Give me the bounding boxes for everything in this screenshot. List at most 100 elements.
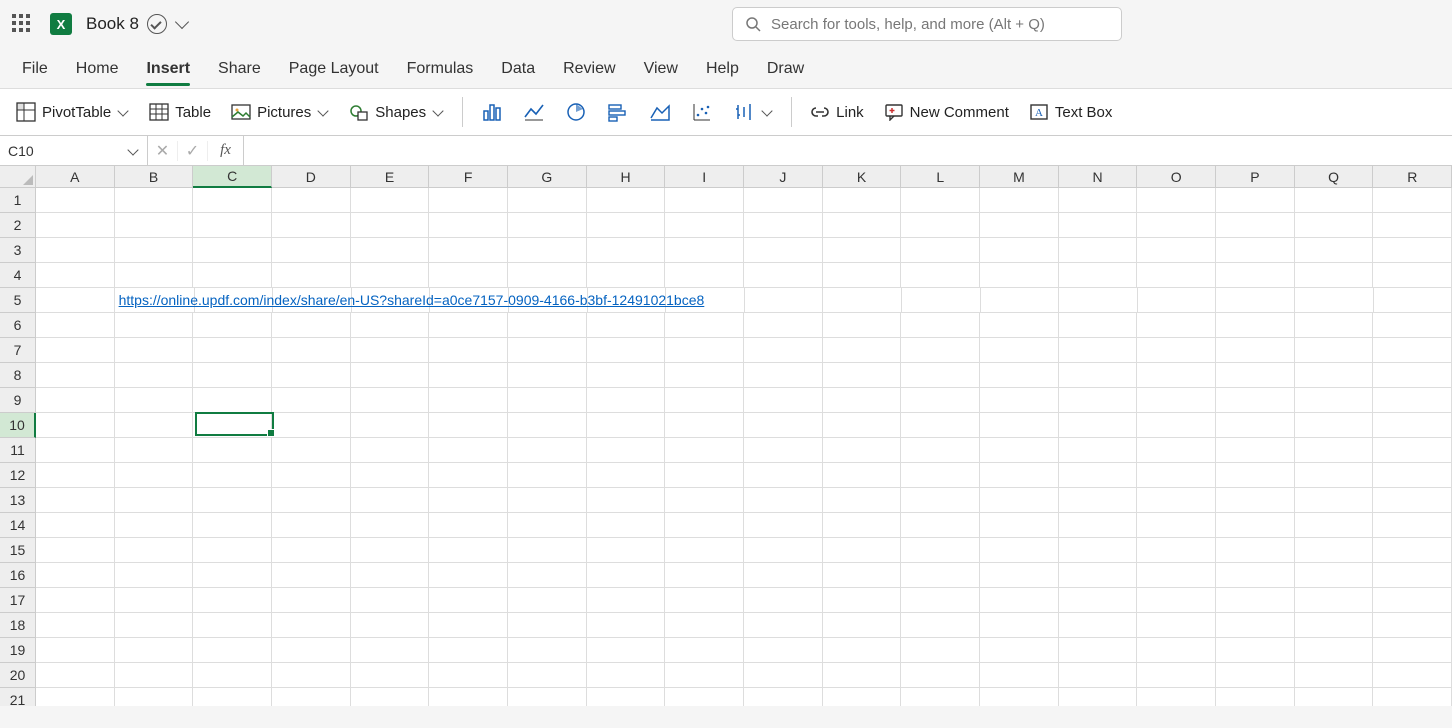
name-box[interactable]: C10 [0,136,148,165]
cell[interactable] [587,313,666,338]
cell[interactable] [665,338,744,363]
cell[interactable] [1137,388,1216,413]
cell[interactable] [272,313,351,338]
cell[interactable] [429,263,508,288]
cell[interactable] [665,638,744,663]
cell[interactable] [351,438,430,463]
cell[interactable] [1216,538,1295,563]
cell[interactable] [1059,538,1138,563]
table-button[interactable]: Table [143,98,217,126]
cell[interactable] [36,638,115,663]
cell[interactable] [823,238,902,263]
cell[interactable] [587,588,666,613]
cell[interactable] [587,213,666,238]
cell[interactable] [744,263,823,288]
cell[interactable] [1137,438,1216,463]
cell[interactable] [508,488,587,513]
row-header[interactable]: 8 [0,363,36,388]
cell[interactable] [980,438,1059,463]
cell[interactable]: https://online.updf.com/index/share/en-U… [115,288,195,313]
cell[interactable] [272,438,351,463]
cell[interactable] [1059,513,1138,538]
cell[interactable] [193,363,272,388]
cell[interactable] [901,363,980,388]
column-header[interactable]: I [665,166,744,188]
cell[interactable] [508,313,587,338]
cells-area[interactable]: https://online.updf.com/index/share/en-U… [36,188,1452,706]
row-header[interactable]: 6 [0,313,36,338]
row-header[interactable]: 18 [0,613,36,638]
cell[interactable] [272,613,351,638]
autosave-status-icon[interactable] [147,14,167,34]
cell[interactable] [193,213,272,238]
cell[interactable] [272,463,351,488]
cell[interactable] [429,238,508,263]
cell[interactable] [36,188,115,213]
cell[interactable] [1059,488,1138,513]
cell[interactable] [1137,588,1216,613]
cell[interactable] [823,263,902,288]
cell[interactable] [980,188,1059,213]
cell[interactable] [823,488,902,513]
cell[interactable] [1216,413,1295,438]
cell[interactable] [1059,388,1138,413]
cell[interactable] [351,338,430,363]
tab-help[interactable]: Help [692,52,753,88]
cell[interactable] [1373,413,1452,438]
cell[interactable] [1374,288,1452,313]
cell[interactable] [351,688,430,706]
cell[interactable] [1295,363,1374,388]
cell[interactable] [901,488,980,513]
cell[interactable] [1137,613,1216,638]
cell[interactable] [429,488,508,513]
cell[interactable] [429,188,508,213]
column-header[interactable]: B [115,166,194,188]
cell[interactable] [981,288,1060,313]
column-header[interactable]: C [193,166,272,188]
cell[interactable] [901,388,980,413]
cell[interactable] [744,413,823,438]
cell[interactable] [193,538,272,563]
column-header[interactable]: D [272,166,351,188]
column-header[interactable]: G [508,166,587,188]
cell[interactable] [1137,413,1216,438]
cell[interactable] [351,588,430,613]
cell[interactable] [193,638,272,663]
cell[interactable] [665,313,744,338]
cell[interactable] [1295,263,1374,288]
tab-share[interactable]: Share [204,52,275,88]
cell[interactable] [115,613,194,638]
cell[interactable] [1137,188,1216,213]
cell[interactable] [115,263,194,288]
cell[interactable] [744,313,823,338]
cell[interactable] [587,488,666,513]
cell[interactable] [587,363,666,388]
cell[interactable] [115,488,194,513]
cell[interactable] [1295,463,1374,488]
cell[interactable] [744,663,823,688]
cell[interactable] [115,313,194,338]
cell[interactable] [1295,488,1374,513]
cell[interactable] [823,338,902,363]
row-header[interactable]: 19 [0,638,36,663]
cell[interactable] [36,238,115,263]
cell[interactable] [1059,613,1138,638]
tab-insert[interactable]: Insert [132,52,204,88]
cell[interactable] [1373,363,1452,388]
cell[interactable] [1059,463,1138,488]
cell[interactable] [272,413,351,438]
cell[interactable] [1216,663,1295,688]
cell[interactable] [1373,613,1452,638]
cell[interactable] [429,413,508,438]
cell[interactable] [36,563,115,588]
cell[interactable] [272,688,351,706]
cell[interactable] [1373,688,1452,706]
cell[interactable] [1059,563,1138,588]
cell[interactable] [823,538,902,563]
tab-draw[interactable]: Draw [753,52,818,88]
cell[interactable] [508,338,587,363]
cell[interactable] [1216,288,1295,313]
cell[interactable] [1137,538,1216,563]
cell[interactable] [1295,688,1374,706]
cell[interactable] [429,638,508,663]
